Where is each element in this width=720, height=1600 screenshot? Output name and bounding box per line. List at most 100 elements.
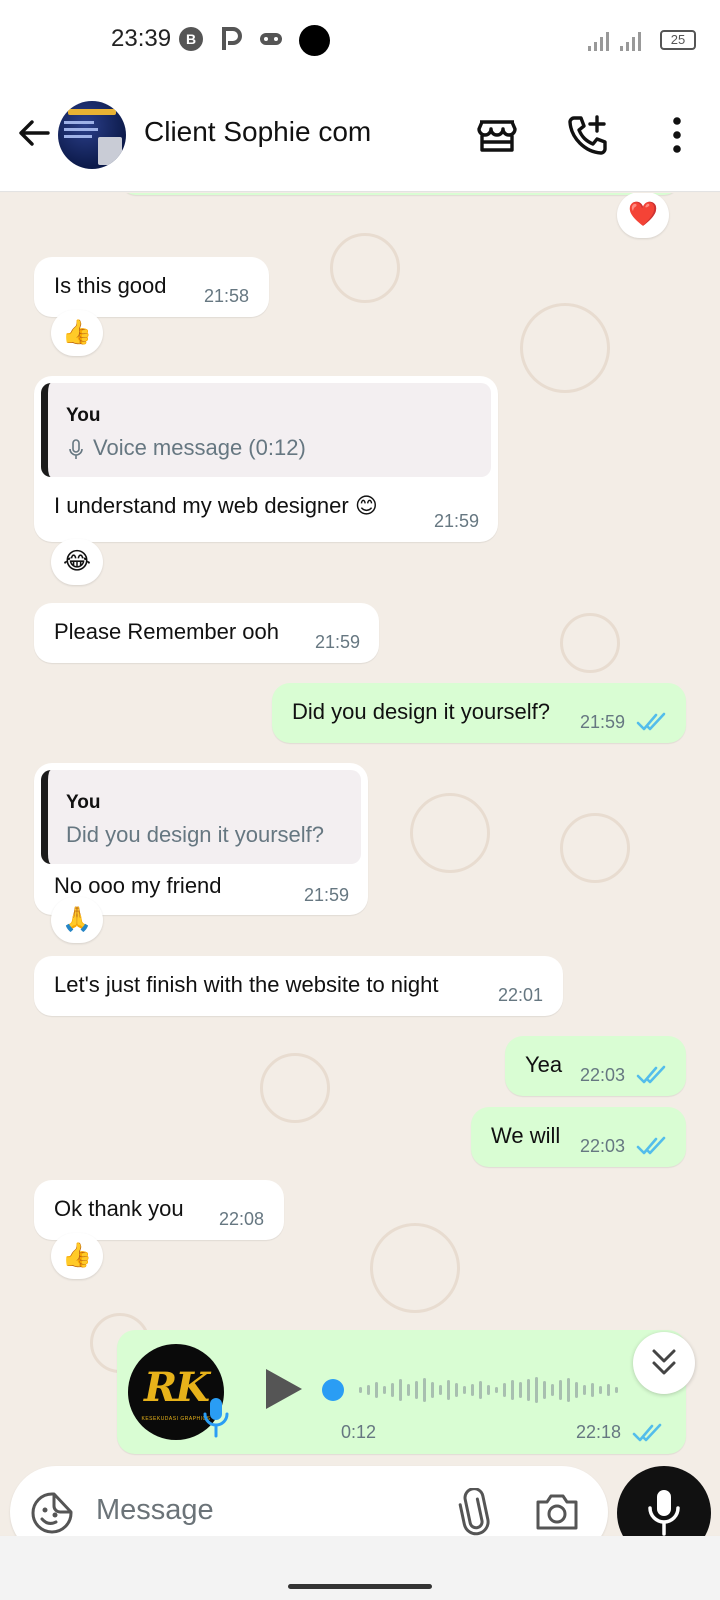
message-time: 21:59: [434, 511, 480, 531]
message-text: Is this good: [54, 273, 167, 298]
waveform-bar: [415, 1381, 418, 1399]
waveform-bar: [383, 1386, 386, 1394]
message-bubble-incoming-reply[interactable]: You Voice message (0:12) I understand my…: [34, 376, 498, 542]
message-time: 22:01: [498, 985, 544, 1005]
play-icon[interactable]: [262, 1365, 306, 1413]
message-time: 21:59: [304, 885, 350, 905]
battery-indicator: 25: [660, 30, 696, 50]
voice-duration: 0:12: [341, 1422, 377, 1442]
playback-position-knob[interactable]: [322, 1379, 344, 1401]
message-bubble-incoming-reply[interactable]: You Did you design it yourself? No ooo m…: [34, 763, 368, 915]
message-time: 22:08: [219, 1209, 265, 1229]
quoted-message[interactable]: You Did you design it yourself?: [41, 770, 361, 864]
reaction-heart[interactable]: ❤️: [617, 193, 669, 238]
voice-mic-badge-icon: [203, 1398, 229, 1438]
message-bubble-clipped[interactable]: [120, 193, 680, 195]
waveform-bar: [551, 1384, 554, 1396]
waveform-bar: [431, 1382, 434, 1398]
home-indicator[interactable]: [288, 1584, 432, 1589]
message-bubble-outgoing[interactable]: We will 22:03: [471, 1107, 686, 1167]
message-text: I understand my web designer 😊: [54, 493, 378, 518]
more-vert-icon[interactable]: [654, 112, 700, 158]
message-bubble-incoming[interactable]: Please Remember ooh 21:59: [34, 603, 379, 663]
message-input[interactable]: Message: [96, 1494, 214, 1527]
waveform-bar: [527, 1379, 530, 1401]
message-text: Ok thank you: [54, 1196, 184, 1221]
add-call-icon[interactable]: [564, 112, 610, 158]
message-time: 22:03: [580, 1065, 626, 1085]
waveform-bar: [583, 1385, 586, 1395]
camera-icon[interactable]: [534, 1490, 580, 1534]
message-time: 21:59: [315, 632, 361, 652]
waveform-bar: [479, 1381, 482, 1399]
mic-small-icon: [69, 439, 83, 459]
message-bubble-incoming[interactable]: Is this good 21:58: [34, 257, 269, 317]
message-time: 22:03: [580, 1136, 626, 1156]
waveform-bar: [391, 1383, 394, 1397]
sticker-icon[interactable]: [30, 1490, 76, 1536]
voice-waveform[interactable]: [321, 1370, 621, 1410]
attach-icon[interactable]: [456, 1488, 492, 1536]
scroll-to-bottom-button[interactable]: [633, 1332, 695, 1394]
svg-text:B: B: [186, 31, 196, 47]
waveform-bar: [535, 1377, 538, 1403]
p-icon: [222, 27, 242, 50]
read-ticks-icon: [636, 1136, 666, 1155]
reaction-pray[interactable]: 🙏: [51, 897, 103, 943]
waveform-bar: [607, 1384, 610, 1396]
contact-avatar[interactable]: [58, 101, 126, 169]
navigation-area: [0, 1536, 720, 1600]
status-bar: 23:39 B 25: [0, 0, 720, 80]
message-text: Let's just finish with the website to ni…: [54, 972, 439, 997]
message-time: 21:58: [204, 286, 250, 306]
reaction-thumbs-up[interactable]: 👍: [51, 310, 103, 356]
quoted-text: Did you design it yourself?: [66, 822, 325, 847]
quoted-author: You: [66, 792, 101, 813]
waveform-bar: [591, 1383, 594, 1397]
waveform-bar: [599, 1386, 602, 1394]
waveform-bar: [359, 1387, 362, 1393]
message-bubble-outgoing[interactable]: Yea 22:03: [505, 1036, 686, 1096]
quoted-author: You: [66, 405, 101, 426]
read-ticks-icon: [632, 1423, 662, 1442]
waveform-bar: [503, 1383, 506, 1397]
chat-header: Client Sophie com: [0, 80, 720, 192]
message-text: We will: [491, 1123, 561, 1148]
reaction-thumbs-up[interactable]: 👍: [51, 1233, 103, 1279]
camera-cutout: [299, 25, 330, 56]
signal-icon: [588, 32, 641, 51]
read-ticks-icon: [636, 1065, 666, 1084]
quoted-text: Voice message (0:12): [93, 435, 306, 460]
message-bubble-incoming[interactable]: Ok thank you 22:08: [34, 1180, 284, 1240]
message-text: Please Remember ooh: [54, 619, 280, 644]
back-arrow-icon[interactable]: [14, 113, 54, 153]
reaction-laughing[interactable]: 😂: [51, 539, 103, 585]
waveform-bar: [519, 1382, 522, 1398]
message-text: No ooo my friend: [54, 873, 222, 898]
waveform-bar: [423, 1378, 426, 1402]
mic-icon: [648, 1490, 680, 1536]
message-text: Yea: [525, 1052, 563, 1077]
waveform-bar: [575, 1382, 578, 1398]
message-text: Did you design it yourself?: [292, 699, 551, 724]
waveform-bar: [487, 1385, 490, 1395]
waveform-bar: [399, 1379, 402, 1401]
message-bubble-outgoing[interactable]: Did you design it yourself? 21:59: [272, 683, 686, 743]
waveform-bar: [567, 1378, 570, 1402]
quoted-message[interactable]: You Voice message (0:12): [41, 383, 491, 477]
waveform-bar: [407, 1384, 410, 1396]
waveform-bar: [367, 1385, 370, 1395]
gamepad-icon: [260, 33, 282, 45]
waveform-bar: [375, 1382, 378, 1398]
contact-name[interactable]: Client Sophie com: [144, 116, 371, 148]
voice-message-bubble[interactable]: RK KESEKUDASI GRAPHICS 0:12 22:18: [117, 1330, 686, 1454]
waveform-bar: [463, 1386, 466, 1394]
message-bubble-incoming[interactable]: Let's just finish with the website to ni…: [34, 956, 563, 1016]
store-icon[interactable]: [474, 112, 520, 158]
chat-area[interactable]: ❤️ Is this good 21:58 👍 You Voice messag…: [0, 193, 720, 1535]
waveform-bar: [439, 1385, 442, 1395]
b-circle-icon: B: [179, 27, 203, 51]
waveform-bar: [615, 1387, 618, 1393]
waveform-bar: [447, 1380, 450, 1400]
waveform-bar: [455, 1383, 458, 1397]
